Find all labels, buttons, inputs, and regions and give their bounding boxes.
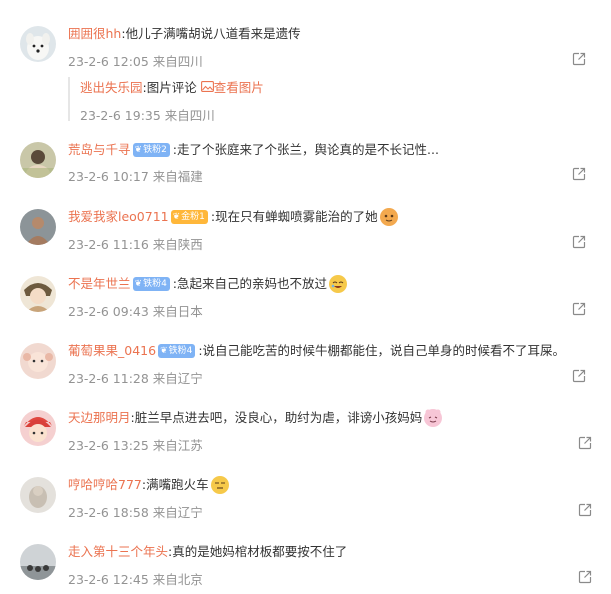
fan-badge-icon: ❦ [160, 345, 168, 356]
share-icon[interactable] [572, 302, 586, 316]
comment-username[interactable]: 哼哈哼哈777 [68, 477, 142, 492]
avatar[interactable] [20, 544, 56, 580]
comment-meta: 23-2-6 10:17 来自福建 [68, 169, 203, 184]
share-icon[interactable] [578, 436, 592, 450]
fan-badge: ❦铁粉4 [132, 276, 170, 291]
comment-meta: 23-2-6 11:16 来自陕西 [68, 237, 203, 252]
share-icon[interactable] [572, 167, 586, 181]
comment-text: :走了个张庭来了个张兰，舆论真的是不长记性... [172, 142, 439, 157]
view-picture-link[interactable]: 查看图片 [214, 80, 264, 95]
avatar[interactable] [20, 477, 56, 513]
comment-text: :脏兰早点进去吧，没良心，助纣为虐，诽谤小孩妈妈 [130, 410, 423, 425]
reply-box: 逃出失乐园:图片评论 查看图片 23-2-6 19:35 来自四川 [68, 77, 590, 123]
comment-text: :急起来自己的亲妈也不放过 [172, 276, 328, 291]
reply-username[interactable]: 逃出失乐园 [80, 80, 143, 95]
comment-meta: 23-2-6 13:25 来自江苏 [68, 438, 203, 453]
comment-text: :说自己能吃苦的时候牛棚都能住，说自己单身的时候看不了耳屎。 [198, 343, 566, 358]
fan-badge-icon: ❦ [172, 211, 181, 222]
fan-badge: ❦金粉1 [170, 209, 208, 224]
comment-text: :现在只有蝉蜘喷雾能治的了她 [210, 209, 378, 224]
comment-meta: 23-2-6 09:43 来自日本 [68, 304, 203, 319]
comment-username[interactable]: 走入第十三个年头 [68, 544, 168, 559]
comment-username[interactable]: 天边那明月 [68, 410, 131, 425]
comment-meta: 23-2-6 12:05 来自四川 [68, 54, 203, 69]
reply-meta: 23-2-6 19:35 来自四川 [80, 108, 215, 123]
share-icon[interactable] [572, 235, 586, 249]
comment-meta: 23-2-6 18:58 来自辽宁 [68, 505, 203, 520]
emoji-icon [424, 408, 443, 427]
comment-username[interactable]: 葡萄果果_0416 [68, 343, 156, 358]
comment-username[interactable]: 荒岛与千寻 [68, 142, 131, 157]
reply-text: :图片评论 [142, 80, 201, 95]
avatar[interactable] [20, 276, 56, 312]
emoji-icon [210, 475, 229, 494]
comment-meta: 23-2-6 11:28 来自辽宁 [68, 371, 203, 386]
fan-badge: ❦铁粉2 [132, 142, 170, 157]
share-icon[interactable] [578, 570, 592, 584]
fan-badge-label: 铁粉4 [143, 278, 167, 289]
avatar[interactable] [20, 142, 56, 178]
emoji-icon [379, 207, 398, 226]
comment-username[interactable]: 不是年世兰 [68, 276, 131, 291]
comment-text: :他儿子满嘴胡说八道看来是遗传 [121, 26, 301, 41]
comment-username[interactable]: 囲囲很hh [68, 26, 121, 41]
fan-badge-label: 铁粉2 [143, 144, 167, 155]
emoji-icon [329, 274, 348, 293]
fan-badge-icon: ❦ [134, 278, 143, 289]
avatar[interactable] [20, 26, 56, 62]
fan-badge-label: 金粉1 [181, 211, 205, 222]
fan-badge: ❦铁粉4 [158, 343, 196, 358]
comment-text: :真的是她妈棺材板都要按不住了 [168, 544, 348, 559]
fan-badge-label: 铁粉4 [168, 345, 193, 356]
comment-username[interactable]: 我爱我家leo0711 [68, 209, 169, 224]
picture-icon [200, 79, 214, 97]
share-icon[interactable] [572, 369, 586, 383]
share-icon[interactable] [572, 52, 586, 66]
avatar[interactable] [20, 209, 56, 245]
comment-text: :满嘴跑火车 [141, 477, 209, 492]
avatar[interactable] [20, 343, 56, 379]
comment-meta: 23-2-6 12:45 来自北京 [68, 572, 203, 587]
avatar[interactable] [20, 410, 56, 446]
fan-badge-icon: ❦ [134, 144, 143, 155]
share-icon[interactable] [578, 503, 592, 517]
